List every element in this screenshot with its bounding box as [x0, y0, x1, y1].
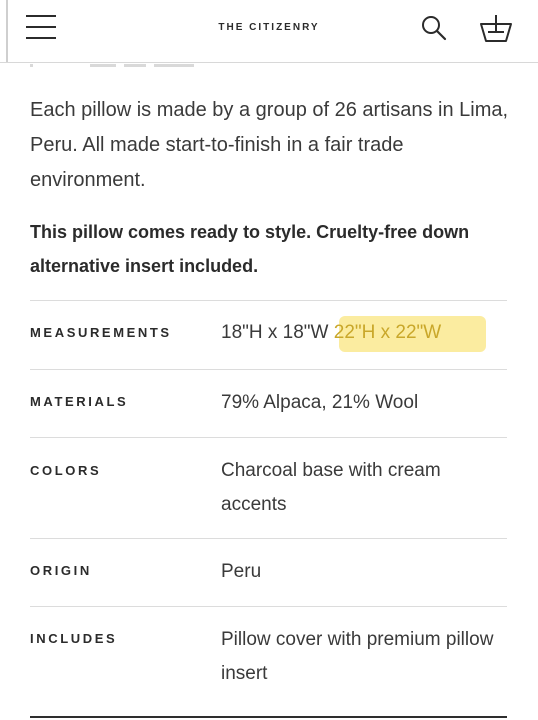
- top-nav-bar: THE CITIZENRY: [0, 0, 538, 63]
- spec-label-materials: MATERIALS: [30, 394, 129, 409]
- section-bottom-rule: [30, 716, 507, 718]
- menu-bar-top: [26, 15, 56, 17]
- brand-logo[interactable]: THE CITIZENRY: [0, 22, 538, 33]
- basket-icon[interactable]: [478, 12, 514, 44]
- product-note: This pillow comes ready to style. Cruelt…: [30, 222, 470, 276]
- spec-value-colors: Charcoal base with cream accents: [221, 460, 441, 515]
- clipped-text-remnant: [30, 58, 200, 68]
- spec-label-includes: INCLUDES: [30, 631, 118, 646]
- measurement-value: 18"H x 18"W: [221, 322, 329, 343]
- highlighted-measurement: 22"H x 22"W: [333, 322, 442, 343]
- spec-value-includes: Pillow cover with premium pillow insert: [221, 629, 494, 684]
- spec-divider: [30, 369, 507, 370]
- menu-bar-bottom: [26, 37, 56, 39]
- spec-divider: [30, 606, 507, 607]
- spec-value-materials: 79% Alpaca, 21% Wool: [221, 392, 419, 413]
- spec-label-measurements: MEASUREMENTS: [30, 325, 172, 340]
- spec-divider: [30, 300, 507, 301]
- spec-value-origin: Peru: [221, 561, 262, 582]
- spec-value-measurements: 18"H x 18"W 22"H x 22"W: [221, 316, 521, 350]
- spec-label-colors: COLORS: [30, 463, 102, 478]
- spec-label-origin: ORIGIN: [30, 563, 92, 578]
- spec-divider: [30, 538, 507, 539]
- search-icon[interactable]: [420, 14, 448, 42]
- product-description: Each pillow is made by a group of 26 art…: [30, 99, 509, 191]
- spec-divider: [30, 437, 507, 438]
